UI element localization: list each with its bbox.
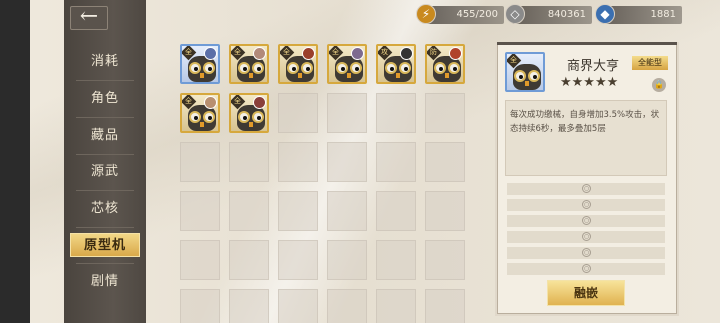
character-avatar: [204, 96, 217, 109]
empty-slot: [278, 142, 318, 182]
empty-slot: [180, 142, 220, 182]
owl-beak: [347, 73, 351, 78]
character-avatar: [204, 47, 217, 60]
nav-item-source-weapons[interactable]: 源武: [70, 160, 140, 184]
empty-slot: [278, 93, 318, 133]
empty-slot: [425, 240, 465, 280]
empty-slot: [376, 191, 416, 231]
prototype-card[interactable]: 全: [180, 93, 220, 133]
nav-item-cores[interactable]: 芯核: [70, 197, 140, 221]
empty-slot: [278, 289, 318, 323]
owl-beak: [200, 73, 204, 78]
empty-slot: [425, 289, 465, 323]
character-avatar: [253, 96, 266, 109]
owl-eye: [350, 62, 362, 74]
prototype-name: 商界大亨: [566, 59, 619, 74]
empty-slot: [425, 142, 465, 182]
gem-icon: ◆: [595, 4, 615, 24]
owl-eye: [252, 62, 264, 74]
empty-slot: [180, 289, 220, 323]
nav-item-characters[interactable]: 角色: [70, 87, 140, 111]
empty-slot: [327, 240, 367, 280]
owl-eye: [203, 62, 215, 74]
owl-beak: [396, 73, 400, 78]
detail-panel-header-bar: [497, 42, 677, 45]
empty-slot: [376, 93, 416, 133]
nav-divider: [76, 263, 134, 264]
coin-icon: ◇: [505, 4, 525, 24]
owl-beak: [525, 81, 529, 86]
nav-item-collectibles[interactable]: 藏品: [70, 124, 140, 148]
owl-eye: [252, 111, 264, 123]
owl-eye: [203, 111, 215, 123]
owl-eye: [448, 62, 460, 74]
owl-eye: [399, 62, 411, 74]
slot-lock-icon: ○: [582, 232, 591, 241]
prototype-type-tag: 全能型: [632, 56, 668, 70]
nav-divider: [76, 117, 134, 118]
prototype-card[interactable]: 攻: [376, 44, 416, 84]
prototype-description: 每次成功缴械，自身增加3.5%攻击，状态持续6秒，最多叠加5层: [510, 110, 660, 134]
prototype-card[interactable]: 全: [327, 44, 367, 84]
empty-slot: [425, 93, 465, 133]
star-rating: ★★★★★: [560, 75, 619, 90]
empty-slot: [327, 93, 367, 133]
empty-slot: [376, 289, 416, 323]
nav-item-consumables[interactable]: 消耗: [70, 50, 140, 74]
stamina-icon: ⚡: [416, 4, 436, 24]
nav-divider: [76, 190, 134, 191]
character-avatar: [253, 47, 266, 60]
empty-slot: [278, 191, 318, 231]
owl-beak: [445, 73, 449, 78]
character-avatar: [302, 47, 315, 60]
nav-item-story[interactable]: 剧情: [70, 270, 140, 294]
embed-button[interactable]: 融嵌: [547, 280, 625, 306]
lock-icon[interactable]: 🔒: [652, 78, 666, 92]
nav-divider: [76, 227, 134, 228]
slot-lock-icon: ○: [582, 216, 591, 225]
owl-eye: [528, 70, 540, 82]
nav-item-prototypes[interactable]: 原型机: [70, 233, 140, 257]
character-avatar: [449, 47, 462, 60]
empty-slot: [327, 191, 367, 231]
empty-slot: [229, 142, 269, 182]
empty-slot: [229, 191, 269, 231]
empty-slot: [327, 142, 367, 182]
nav-divider: [76, 80, 134, 81]
nav-divider: [76, 154, 134, 155]
empty-slot: [376, 240, 416, 280]
owl-beak: [298, 73, 302, 78]
slot-lock-icon: ○: [582, 248, 591, 257]
owl-eye: [301, 62, 313, 74]
empty-slot: [229, 289, 269, 323]
owl-beak: [249, 122, 253, 127]
empty-slot: [229, 240, 269, 280]
prototype-card[interactable]: 全: [278, 44, 318, 84]
selected-prototype-thumbnail: 全: [505, 52, 545, 92]
character-avatar: [351, 47, 364, 60]
prototype-card[interactable]: 全: [229, 44, 269, 84]
empty-slot: [278, 240, 318, 280]
empty-slot: [327, 289, 367, 323]
prototype-card[interactable]: 防: [425, 44, 465, 84]
slot-lock-icon: ○: [582, 200, 591, 209]
prototype-card[interactable]: 全: [229, 93, 269, 133]
prototype-card[interactable]: 全: [180, 44, 220, 84]
stamina-counter: 455/200: [424, 6, 504, 24]
slot-lock-icon: ○: [582, 184, 591, 193]
character-avatar: [400, 47, 413, 60]
owl-beak: [200, 122, 204, 127]
empty-slot: [425, 191, 465, 231]
empty-slot: [180, 240, 220, 280]
empty-slot: [180, 191, 220, 231]
slot-lock-icon: ○: [582, 264, 591, 273]
screen-edge: [0, 0, 30, 323]
empty-slot: [376, 142, 416, 182]
back-button[interactable]: ←: [70, 6, 108, 30]
owl-beak: [249, 73, 253, 78]
